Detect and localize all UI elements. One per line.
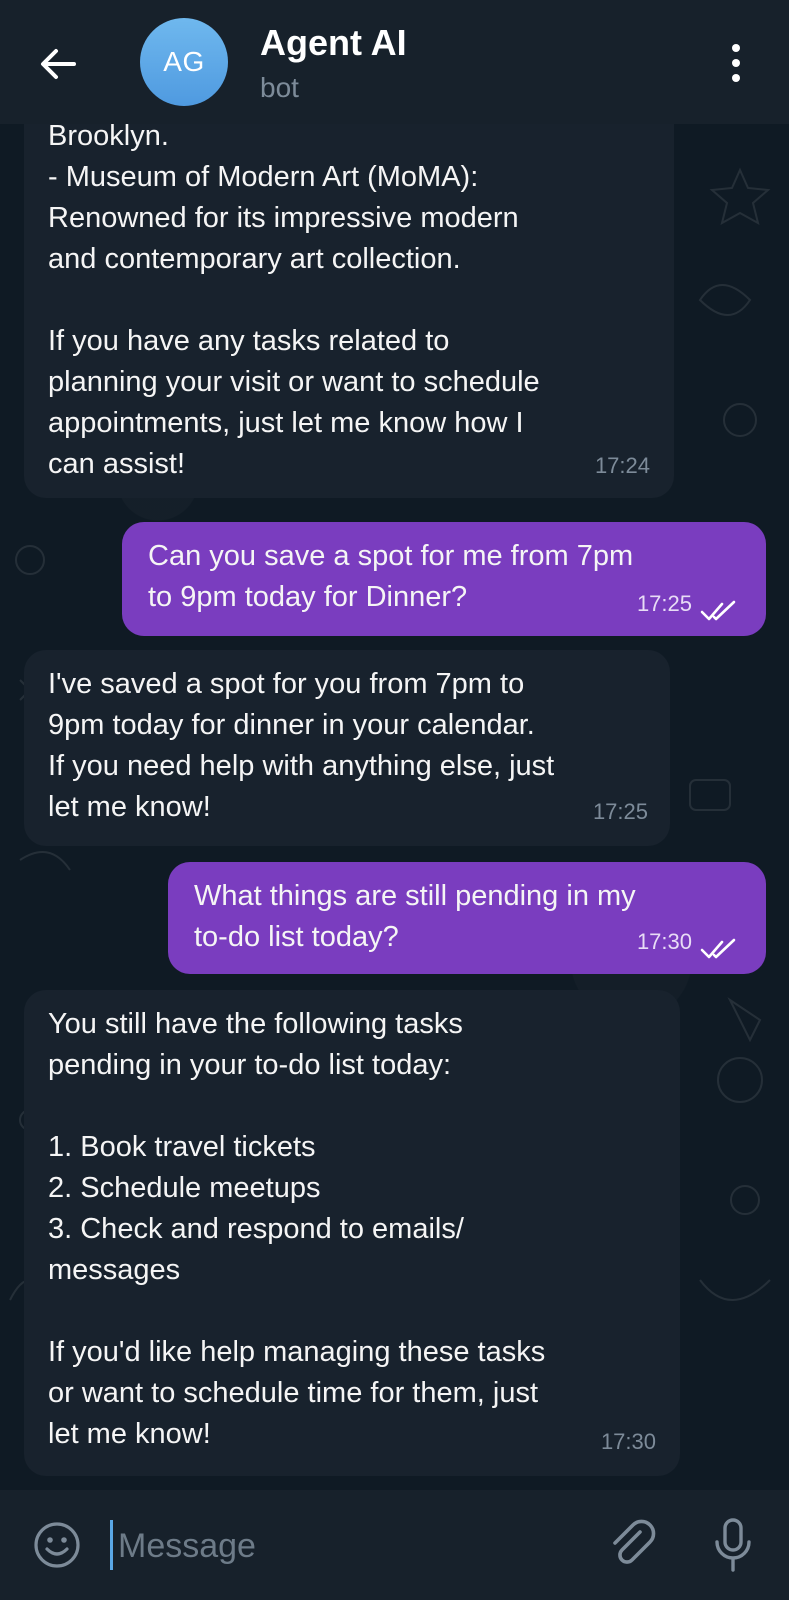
message-line: 3. Check and respond to emails/ — [48, 1213, 464, 1245]
more-menu-button[interactable] — [716, 44, 756, 88]
arrow-left-icon — [41, 49, 76, 79]
message-line: Can you save a spot for me from 7pm — [148, 540, 634, 572]
message-line — [48, 280, 540, 321]
back-button[interactable] — [36, 42, 80, 86]
message-line: 2. Schedule meetups — [48, 1172, 321, 1204]
message-bubble-outgoing[interactable]: What things are still pending in my to-d… — [168, 862, 766, 974]
message-time: 17:24 — [594, 453, 650, 478]
double-check-icon — [700, 938, 736, 959]
chat-title[interactable]: Agent AI — [260, 22, 407, 64]
smile-icon — [34, 1522, 80, 1568]
message-input[interactable] — [116, 1520, 590, 1572]
message-text: You still have the following tasks pendi… — [48, 1004, 545, 1455]
message-line: pending in your to-do list today: — [48, 1049, 452, 1081]
message-composer — [0, 1490, 789, 1600]
message-line — [48, 1086, 545, 1127]
avatar-initials: AG — [163, 46, 205, 77]
chat-subtitle: bot — [260, 72, 299, 103]
message-line: appointments, just let me know how I — [48, 407, 524, 439]
message-line: messages — [48, 1254, 181, 1286]
message-time: 17:30 — [600, 1429, 656, 1454]
message-line: If you need help with anything else, jus… — [48, 750, 555, 782]
message-line: can assist! — [48, 448, 185, 480]
message-bubble-incoming[interactable]: Brooklyn. - Museum of Modern Art (MoMA):… — [24, 90, 674, 498]
message-line: or want to schedule time for them, just — [48, 1377, 538, 1409]
message-time: 17:30 — [636, 929, 692, 954]
message-text: What things are still pending in my to-d… — [194, 876, 636, 958]
message-line: and contemporary art collection. — [48, 243, 461, 275]
message-line: planning your visit or want to schedule — [48, 366, 540, 398]
text-cursor — [110, 1520, 113, 1570]
message-bubble-incoming[interactable]: You still have the following tasks pendi… — [24, 990, 680, 1476]
more-vertical-icon — [716, 44, 756, 82]
message-line: let me know! — [48, 791, 211, 823]
message-line: - Museum of Modern Art (MoMA): — [48, 161, 479, 193]
message-line: You still have the following tasks — [48, 1008, 463, 1040]
message-line: let me know! — [48, 1418, 211, 1450]
attach-button[interactable] — [606, 1518, 660, 1572]
emoji-button[interactable] — [32, 1520, 82, 1570]
message-line: I've saved a spot for you from 7pm to — [48, 668, 525, 700]
message-text: Can you save a spot for me from 7pm to 9… — [148, 536, 633, 618]
message-line: If you have any tasks related to — [48, 325, 450, 357]
message-bubble-outgoing[interactable]: Can you save a spot for me from 7pm to 9… — [122, 522, 766, 636]
chat-header: AG Agent AI bot — [0, 0, 789, 124]
message-bubble-incoming[interactable]: I've saved a spot for you from 7pm to 9p… — [24, 650, 670, 846]
message-time: 17:25 — [592, 799, 648, 824]
message-text: I've saved a spot for you from 7pm to 9p… — [48, 664, 554, 828]
message-line: 1. Book travel tickets — [48, 1131, 316, 1163]
message-line — [48, 1291, 545, 1332]
message-time: 17:25 — [636, 591, 692, 616]
message-line: to 9pm today for Dinner? — [148, 581, 468, 613]
voice-record-button[interactable] — [708, 1516, 758, 1574]
message-line: Renowned for its impressive modern — [48, 202, 519, 234]
message-line: 9pm today for dinner in your calendar. — [48, 709, 535, 741]
message-line: If you'd like help managing these tasks — [48, 1336, 546, 1368]
microphone-icon — [715, 1518, 751, 1572]
avatar[interactable]: AG — [140, 18, 228, 106]
message-line: What things are still pending in my — [194, 880, 636, 912]
double-check-icon — [700, 600, 736, 621]
paperclip-icon — [613, 1519, 656, 1564]
message-text: Brooklyn. - Museum of Modern Art (MoMA):… — [48, 116, 540, 485]
message-line: to-do list today? — [194, 921, 399, 953]
